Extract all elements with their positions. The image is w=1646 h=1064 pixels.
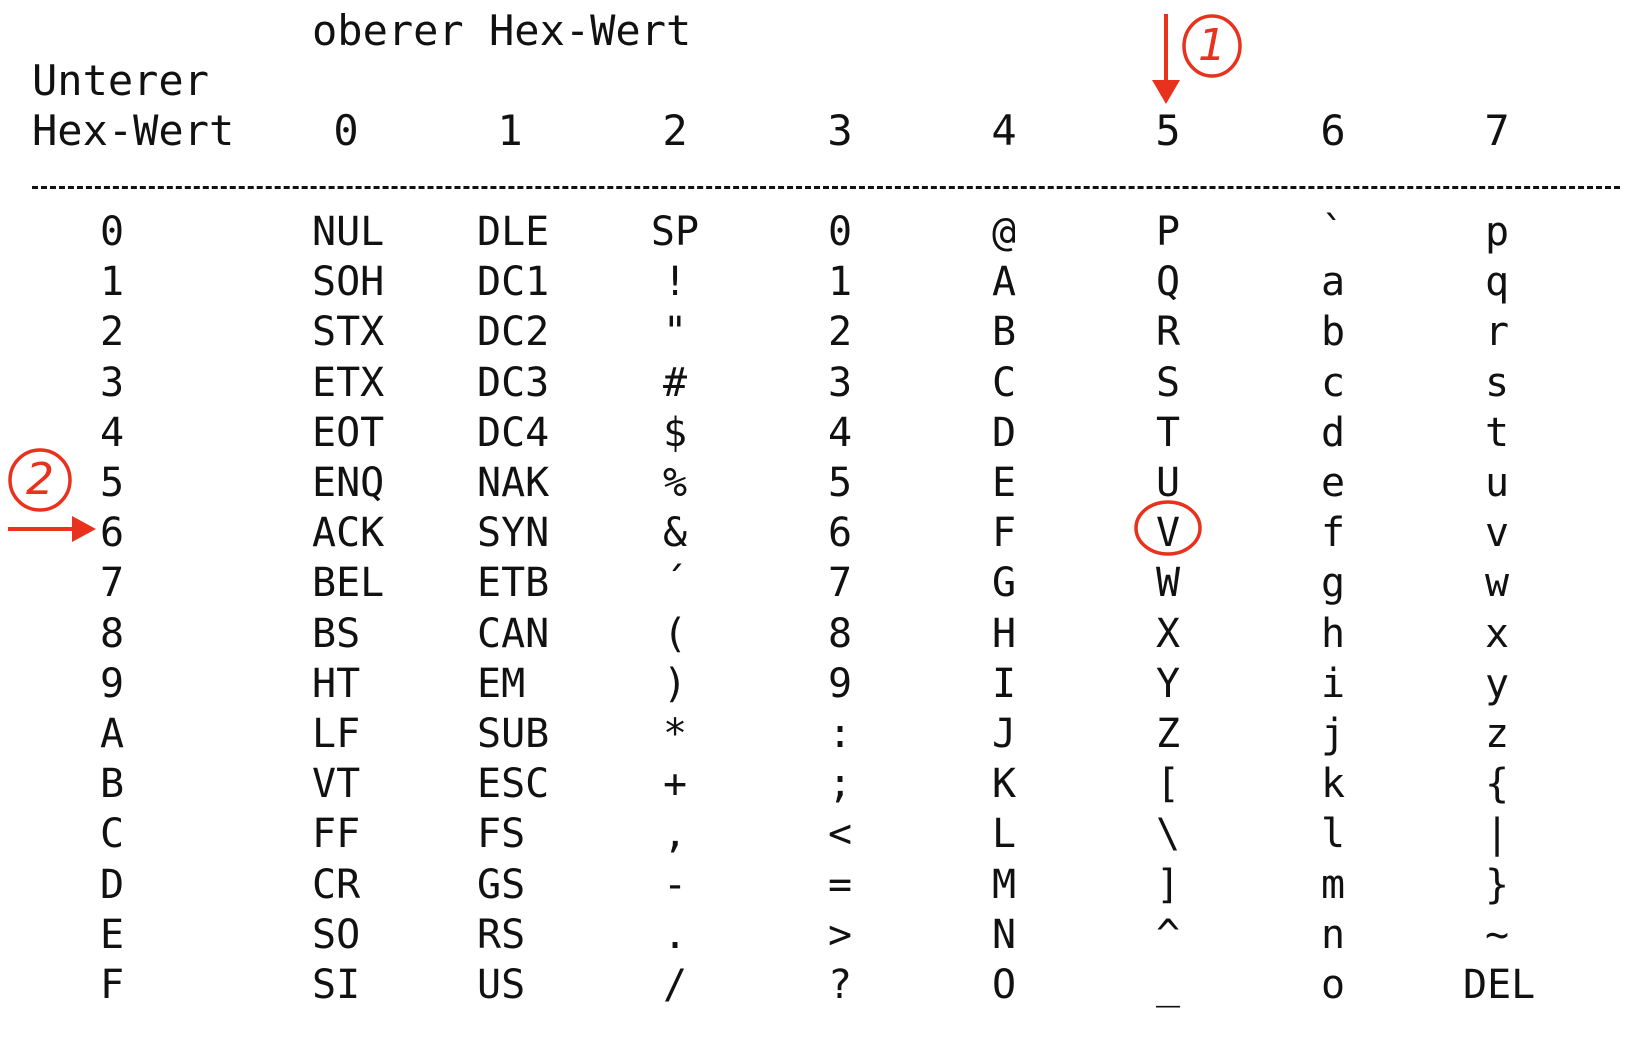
annotation-layer	[8, 14, 1242, 556]
highlight-circle-v	[1134, 500, 1202, 556]
marker-2-label: 2	[26, 454, 54, 505]
arrow-right-head	[72, 516, 96, 542]
marker-1-label: 1	[1198, 20, 1226, 71]
arrow-down-head	[1152, 80, 1180, 104]
